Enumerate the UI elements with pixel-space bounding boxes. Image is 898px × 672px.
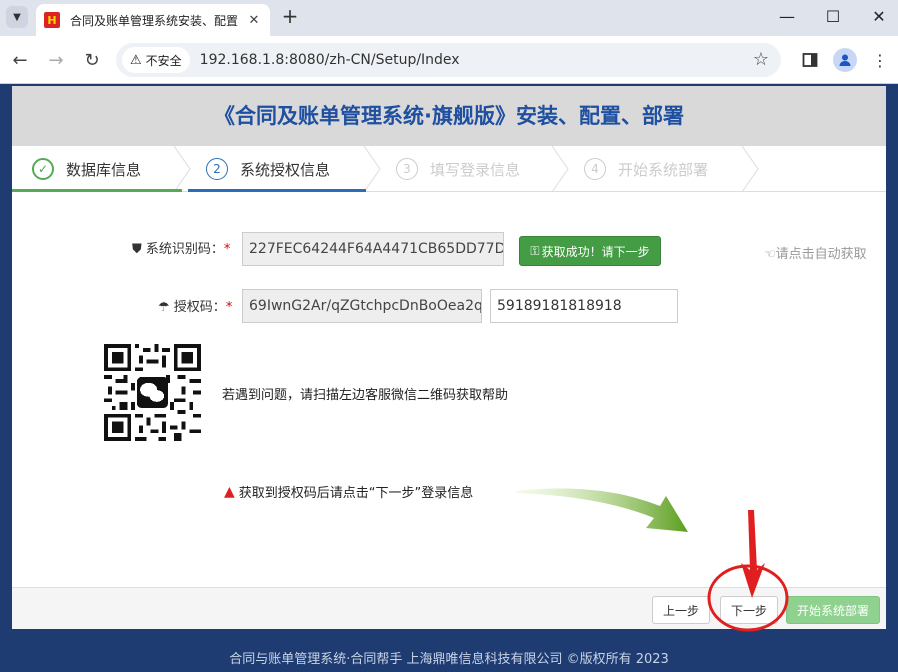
address-toolbar: ← → ↻ ⚠ 不安全 192.168.1.8:8080/zh-CN/Setup… xyxy=(0,36,898,84)
start-deploy-button[interactable]: 开始系统部署 xyxy=(786,596,880,624)
wizard-footer: 上一步 下一步 开始系统部署 xyxy=(12,587,886,629)
security-label: 不安全 xyxy=(145,53,182,68)
tab-title: 合同及账单管理系统安装、配置 xyxy=(70,13,238,28)
warning-icon: ⚠ xyxy=(130,52,142,68)
alert-triangle-icon: ▲ xyxy=(224,483,235,500)
side-panel-icon[interactable] xyxy=(798,48,822,72)
next-step-button[interactable]: 下一步 xyxy=(720,596,778,624)
license-phone-field[interactable]: 59189181818918 xyxy=(490,289,678,323)
minimize-button[interactable]: — xyxy=(764,0,810,32)
security-chip[interactable]: ⚠ 不安全 xyxy=(122,47,190,73)
license-code-field[interactable]: 69IwnG2Ar/qZGtchpcDnBoOea2qR xyxy=(242,289,482,323)
copyright-text: 合同与账单管理系统·合同帮手 上海鼎唯信息科技有限公司 ©版权所有 2023 xyxy=(229,652,669,667)
wechat-qr-code xyxy=(104,344,201,441)
maximize-button[interactable]: ☐ xyxy=(810,0,856,32)
close-window-button[interactable]: ✕ xyxy=(856,0,898,32)
tab-search-button[interactable]: ▼ xyxy=(6,6,28,28)
browser-tab[interactable]: H 合同及账单管理系统安装、配置 ✕ xyxy=(36,4,270,36)
site-favicon-icon: H xyxy=(44,12,60,28)
license-label: ☂ 授权码：* xyxy=(158,300,233,315)
reload-button[interactable]: ↻ xyxy=(80,48,104,72)
shield-icon: ⛊ xyxy=(132,242,142,257)
new-tab-button[interactable]: + xyxy=(280,6,300,26)
key-icon: ⚿ xyxy=(530,243,540,258)
bookmark-star-icon[interactable]: ☆ xyxy=(753,49,769,70)
machine-code-field[interactable]: 227FEC64244F64A4471CB65DD77DE8 xyxy=(242,232,504,266)
profile-avatar-icon[interactable] xyxy=(833,48,857,72)
chevron-down-icon: ▼ xyxy=(13,11,21,23)
url-text[interactable]: 192.168.1.8:8080/zh-CN/Setup/Index xyxy=(200,52,460,68)
notice-text: ▲ 获取到授权码后请点击“下一步”登录信息 xyxy=(224,483,474,502)
omnibox[interactable]: ⚠ 不安全 192.168.1.8:8080/zh-CN/Setup/Index… xyxy=(116,43,781,77)
back-button[interactable]: ← xyxy=(8,48,32,72)
step-active-underline xyxy=(188,189,366,192)
step-done-underline xyxy=(12,189,182,192)
setup-page: 《合同及账单管理系统·旗舰版》安装、配置、部署 ✓ 数据库信息 2 系统授权信息… xyxy=(12,86,886,629)
step-separators xyxy=(173,146,759,192)
tab-close-icon[interactable]: ✕ xyxy=(246,12,262,28)
umbrella-icon: ☂ xyxy=(158,300,170,315)
machine-code-label: ⛊ 系统识别码：* xyxy=(132,242,231,257)
qr-help-text: 若遇到问题，请扫描左边客服微信二维码获取帮助 xyxy=(222,388,509,403)
browser-tab-strip: ▼ H 合同及账单管理系统安装、配置 ✕ + — ☐ ✕ xyxy=(0,0,898,36)
wizard-steps: ✓ 数据库信息 2 系统授权信息 3 填写登录信息 4 开始系统部署 xyxy=(12,146,886,192)
page-title: 《合同及账单管理系统·旗舰版》安装、配置、部署 xyxy=(12,86,886,146)
hand-pointer-icon: ☜ xyxy=(764,247,776,262)
auto-get-hint[interactable]: ☜请点击自动获取 xyxy=(764,243,867,262)
get-license-button[interactable]: ⚿ 获取成功！请下一步 xyxy=(519,236,661,266)
prev-step-button[interactable]: 上一步 xyxy=(652,596,710,624)
forward-button[interactable]: → xyxy=(44,48,68,72)
more-menu-icon[interactable]: ⋮ xyxy=(868,48,892,72)
